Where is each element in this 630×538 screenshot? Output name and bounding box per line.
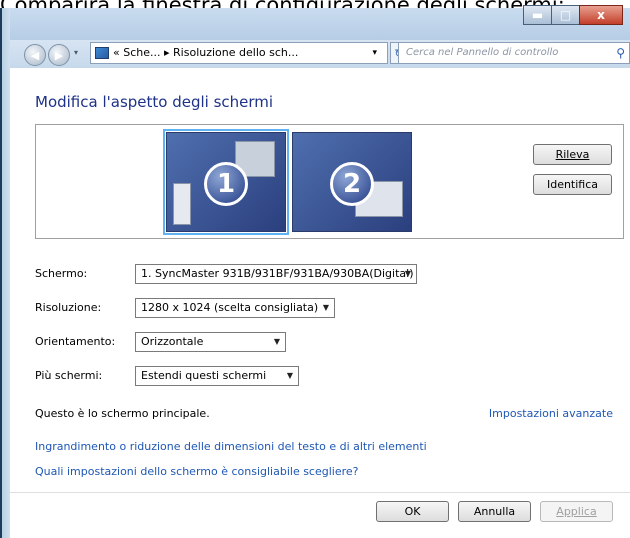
chevron-down-icon: ▼ — [286, 371, 293, 380]
window-frame-left — [0, 8, 10, 538]
risoluzione-value: 1280 x 1024 (scelta consigliata) — [141, 301, 319, 314]
arrow-left-icon: ◀ — [30, 48, 40, 62]
detect-button-label: Rileva — [555, 148, 590, 161]
identify-button-label: Identifica — [546, 178, 599, 191]
detect-button[interactable]: Rileva — [533, 144, 612, 165]
search-placeholder: Cerca nel Pannello di controllo — [406, 47, 559, 58]
schermo-select[interactable]: 1. SyncMaster 931B/931BF/931BA/930BA(Dig… — [135, 264, 417, 284]
breadcrumb-item-2[interactable]: Risoluzione dello sch... — [173, 46, 298, 59]
history-dropdown-icon[interactable]: ▾ — [74, 48, 78, 57]
piu-schermi-label: Più schermi: — [35, 369, 103, 382]
ok-button-label: OK — [404, 505, 421, 518]
monitor-2[interactable]: 2 — [292, 132, 412, 232]
search-input[interactable]: Cerca nel Pannello di controllo ⚲ — [398, 42, 630, 64]
orientamento-select[interactable]: Orizzontale ▼ — [135, 332, 286, 352]
page-title: Modifica l'aspetto degli schermi — [35, 93, 274, 111]
close-icon: x — [597, 8, 605, 22]
cancel-button-label: Annulla — [473, 505, 516, 518]
identify-button[interactable]: Identifica — [533, 174, 612, 195]
breadcrumb-item-1[interactable]: Sche... — [123, 46, 160, 59]
orientamento-label: Orientamento: — [35, 335, 116, 348]
advanced-settings-link[interactable]: Impostazioni avanzate — [489, 407, 613, 420]
text-size-link[interactable]: Ingrandimento o riduzione delle dimensio… — [35, 440, 427, 453]
monitor-1[interactable]: 1 — [163, 129, 289, 235]
address-dropdown-icon[interactable]: ▾ — [372, 43, 377, 63]
ok-button[interactable]: OK — [376, 501, 449, 522]
apply-button-label: Applica — [556, 505, 597, 518]
chevron-down-icon: ▼ — [273, 337, 280, 346]
arrow-right-icon: ▶ — [54, 48, 64, 62]
primary-screen-notice: Questo è lo schermo principale. — [35, 407, 210, 420]
back-button[interactable]: ◀ — [24, 44, 46, 66]
risoluzione-select[interactable]: 1280 x 1024 (scelta consigliata) ▼ — [135, 298, 335, 318]
minimize-icon: ▬ — [531, 8, 544, 22]
chevron-down-icon: ▼ — [404, 269, 411, 278]
piu-schermi-value: Estendi questi schermi — [141, 369, 267, 382]
taskbar-thumbnail-icon — [173, 183, 191, 225]
control-panel-icon — [95, 47, 109, 59]
maximize-button[interactable]: □ — [551, 5, 579, 25]
orientamento-value: Orizzontale — [141, 335, 204, 348]
close-button[interactable]: x — [579, 5, 623, 25]
window-controls: ▬ □ x — [523, 5, 623, 25]
footer-divider — [10, 492, 630, 493]
schermo-label: Schermo: — [35, 267, 88, 280]
main-content: Modifica l'aspetto degli schermi 1 2 Ril… — [10, 68, 630, 538]
title-bar: ▬ □ x — [0, 5, 630, 40]
which-settings-link[interactable]: Quali impostazioni dello schermo è consi… — [35, 465, 359, 478]
cancel-button[interactable]: Annulla — [458, 501, 531, 522]
breadcrumb-prefix: « — [113, 46, 120, 59]
maximize-icon: □ — [559, 8, 572, 22]
search-icon[interactable]: ⚲ — [616, 43, 625, 63]
breadcrumb-separator-icon[interactable]: ▸ — [164, 46, 170, 59]
address-bar[interactable]: « Sche... ▸ Risoluzione dello sch... ▾ — [90, 42, 388, 64]
monitor-number-1: 1 — [204, 162, 248, 206]
monitor-preview-panel: 1 2 Rileva Identifica — [35, 124, 624, 239]
forward-button[interactable]: ▶ — [48, 44, 70, 66]
risoluzione-label: Risoluzione: — [35, 301, 102, 314]
chevron-down-icon: ▼ — [322, 303, 329, 312]
apply-button: Applica — [540, 501, 613, 522]
piu-schermi-select[interactable]: Estendi questi schermi ▼ — [135, 366, 299, 386]
display-settings-window: ▬ □ x ◀ ▶ ▾ « Sche... ▸ Risoluzione dell… — [0, 5, 630, 538]
schermo-value: 1. SyncMaster 931B/931BF/931BA/930BA(Dig… — [141, 267, 414, 280]
navigation-bar: ◀ ▶ ▾ « Sche... ▸ Risoluzione dello sch.… — [10, 40, 630, 68]
minimize-button[interactable]: ▬ — [523, 5, 551, 25]
monitor-number-2: 2 — [330, 162, 374, 206]
